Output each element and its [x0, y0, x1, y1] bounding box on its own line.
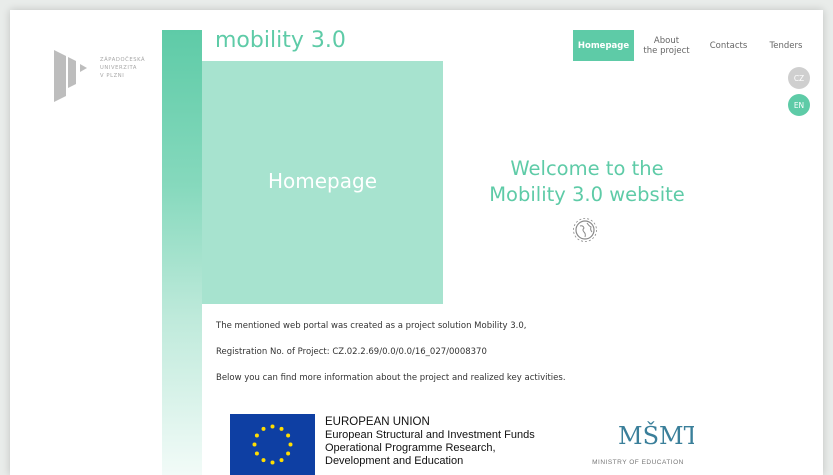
eu-star [279, 458, 284, 463]
eu-star [288, 442, 293, 447]
logo-line: V PLZNI [100, 73, 125, 79]
nav-about-line1: About [653, 35, 680, 46]
eu-star [279, 426, 284, 431]
lang-cz-button[interactable]: CZ [788, 67, 810, 89]
eu-star [254, 451, 259, 456]
eu-star [261, 426, 266, 431]
eu-star [252, 442, 257, 447]
accent-stripe [162, 30, 202, 475]
eu-line1: EUROPEAN UNION [325, 416, 430, 428]
nav-about-line2: the project [643, 45, 690, 56]
globe-icon [573, 218, 597, 242]
eu-star [254, 433, 259, 438]
welcome-heading: Welcome to the Mobility 3.0 website [480, 156, 694, 208]
eu-line3: Operational Programme Research, [325, 442, 496, 454]
hero-box: Homepage [202, 61, 443, 304]
lang-en-button[interactable]: EN [788, 94, 810, 116]
eu-star [270, 460, 275, 465]
main-nav: Homepage About the project Contacts Tend… [573, 30, 814, 61]
nav-homepage[interactable]: Homepage [573, 30, 634, 61]
hero-box-label: Homepage [267, 169, 377, 193]
eu-star [286, 451, 291, 456]
msmt-logo-icon: MŠMT [618, 421, 700, 450]
welcome-line2: Mobility 3.0 website [489, 183, 685, 206]
nav-tenders[interactable]: Tenders [758, 30, 814, 61]
msmt-logo[interactable]: MŠMT MINISTRY OF EDUCATION [582, 414, 700, 475]
logo-line: ZÁPADOČESKÁ [100, 57, 146, 63]
msmt-caption: MINISTRY OF EDUCATION [592, 459, 684, 466]
eu-star [270, 424, 275, 429]
eu-star [286, 433, 291, 438]
site-title[interactable]: mobility 3.0 [215, 28, 346, 53]
university-name: ZÁPADOČESKÁ UNIVERZITA V PLZNI [100, 56, 145, 80]
eu-line4: Development and Education [325, 455, 464, 467]
nav-about-project[interactable]: About the project [634, 30, 699, 61]
eu-line2: European Structural and Investment Funds [325, 429, 535, 441]
page-frame: ZÁPADOČESKÁ UNIVERZITA V PLZNI mobility … [10, 10, 823, 475]
eu-star [261, 458, 266, 463]
eu-funding-text: EUROPEAN UNION European Structural and I… [325, 416, 535, 468]
content-line-portal: The mentioned web portal was created as … [216, 321, 527, 331]
msmt-logo-mark: MŠMT [618, 421, 694, 450]
university-logo[interactable]: ZÁPADOČESKÁ UNIVERZITA V PLZNI [54, 46, 164, 102]
university-logo-icon [54, 50, 87, 102]
content-line-registration: Registration No. of Project: CZ.02.2.69/… [216, 347, 487, 357]
logo-line: UNIVERZITA [100, 65, 138, 71]
eu-flag-icon [230, 414, 315, 475]
content-line-more-info: Below you can find more information abou… [216, 373, 566, 383]
nav-contacts[interactable]: Contacts [699, 30, 758, 61]
welcome-line1: Welcome to the [510, 157, 664, 180]
